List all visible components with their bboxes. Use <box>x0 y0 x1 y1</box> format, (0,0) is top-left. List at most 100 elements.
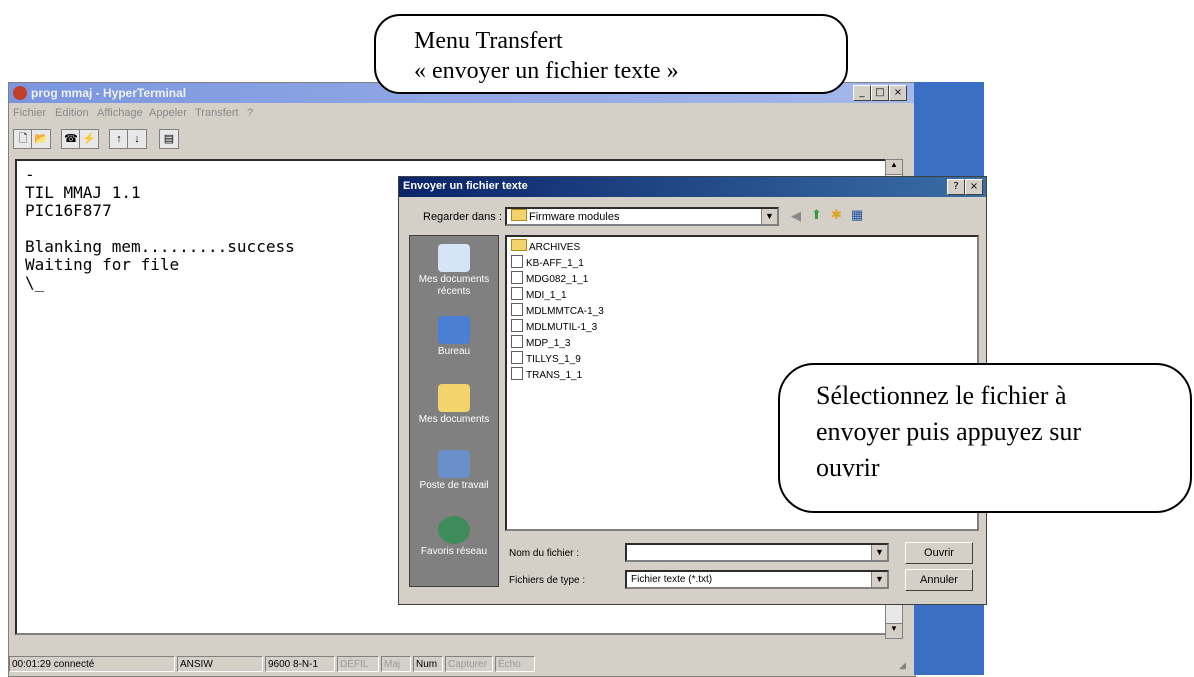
status-maj: Maj <box>381 656 411 672</box>
status-echo: Écho <box>495 656 535 672</box>
lookin-value: Firmware modules <box>529 211 620 223</box>
resize-grip-icon[interactable]: ◢ <box>899 660 911 672</box>
place-label: Favoris réseau <box>420 546 488 557</box>
place-label: Bureau <box>437 346 471 357</box>
text-file-icon <box>511 351 523 364</box>
open-icon[interactable]: 📂 <box>31 129 51 149</box>
cancel-button[interactable]: Annuler <box>905 569 973 591</box>
list-item[interactable]: MDLMUTIL-1_3 <box>511 319 597 333</box>
lookin-dropdown[interactable]: Firmware modules ▼ <box>505 207 779 226</box>
file-name: TRANS_1_1 <box>526 370 583 381</box>
text-file-icon <box>511 255 523 268</box>
desktop-icon <box>438 316 470 344</box>
maximize-icon[interactable]: □ <box>871 85 889 101</box>
place-label: Poste de travail <box>419 480 489 491</box>
menu-help[interactable]: ? <box>247 107 253 119</box>
text-file-icon <box>511 335 523 348</box>
terminal-line: Blanking mem.........success <box>25 237 295 256</box>
menu-fichier[interactable]: Fichier <box>13 107 46 119</box>
terminal-line: Waiting for file <box>25 255 180 274</box>
file-name: KB-AFF_1_1 <box>526 258 584 269</box>
text-file-icon <box>511 319 523 332</box>
disconnect-icon[interactable]: ⚡ <box>79 129 99 149</box>
callout-text: ouvrir <box>816 453 880 482</box>
help-icon[interactable]: ? <box>947 179 965 195</box>
place-my-computer[interactable]: Poste de travail <box>410 450 498 492</box>
list-item[interactable]: TILLYS_1_9 <box>511 351 581 365</box>
recent-documents-icon <box>438 244 470 272</box>
my-computer-icon <box>438 450 470 478</box>
status-capturer: Capturer <box>445 656 493 672</box>
terminal-line: - <box>25 165 35 184</box>
toolbar: 🗋 📂 ☎ ⚡ ↑ ↓ ▤ <box>9 125 915 153</box>
new-folder-icon[interactable]: ✱ <box>831 207 842 223</box>
menu-edition[interactable]: Edition <box>55 107 89 119</box>
new-icon[interactable]: 🗋 <box>13 129 33 149</box>
text-file-icon <box>511 287 523 300</box>
window-title: prog mmaj - HyperTerminal <box>31 86 187 100</box>
callout-text: Sélectionnez le fichier à <box>816 381 1067 410</box>
terminal-line: \_ <box>25 273 45 292</box>
list-item[interactable]: MDG082_1_1 <box>511 271 588 285</box>
file-name: MDLMMTCA-1_3 <box>526 306 604 317</box>
menu-transfert[interactable]: Transfert <box>195 107 239 119</box>
text-file-icon <box>511 271 523 284</box>
status-settings: 9600 8-N-1 <box>265 656 335 672</box>
call-icon[interactable]: ☎ <box>61 129 81 149</box>
place-my-documents[interactable]: Mes documents <box>410 384 498 426</box>
folder-icon <box>511 209 527 221</box>
file-name: MDP_1_3 <box>526 338 571 349</box>
file-name: MDG082_1_1 <box>526 274 589 285</box>
menu-affichage[interactable]: Affichage <box>97 107 143 119</box>
file-name: MDI_1_1 <box>526 290 567 301</box>
status-bar: 00:01:29 connecté ANSIW 9600 8-N-1 DÉFIL… <box>9 654 915 674</box>
text-file-icon <box>511 303 523 316</box>
menu-bar: Fichier Edition Affichage Appeler Transf… <box>9 105 915 123</box>
list-item[interactable]: MDP_1_3 <box>511 335 570 349</box>
chevron-down-icon[interactable]: ▼ <box>871 572 887 587</box>
place-label: Mes documents récents <box>418 274 490 297</box>
list-item[interactable]: TRANS_1_1 <box>511 367 582 381</box>
callout-text: envoyer puis appuyez sur <box>816 417 1081 446</box>
dialog-close-icon[interactable]: × <box>965 179 983 195</box>
filename-field[interactable]: ▼ <box>625 543 889 562</box>
list-item[interactable]: MDLMMTCA-1_3 <box>511 303 604 317</box>
minimize-icon[interactable]: _ <box>853 85 871 101</box>
place-network[interactable]: Favoris réseau <box>410 516 498 558</box>
filetype-dropdown[interactable]: Fichier texte (*.txt) ▼ <box>625 570 889 589</box>
properties-icon[interactable]: ▤ <box>159 129 179 149</box>
view-menu-icon[interactable]: ▦ <box>851 207 863 223</box>
network-places-icon <box>438 516 470 544</box>
terminal-line: TIL MMAJ 1.1 <box>25 183 141 202</box>
status-defil: DÉFIL <box>337 656 379 672</box>
scroll-down-icon[interactable]: ▼ <box>886 623 902 638</box>
place-desktop[interactable]: Bureau <box>410 316 498 358</box>
send-icon[interactable]: ↑ <box>109 129 129 149</box>
file-name: ARCHIVES <box>529 242 581 253</box>
close-icon[interactable]: × <box>889 85 907 101</box>
open-button[interactable]: Ouvrir <box>905 542 973 564</box>
scroll-up-icon[interactable]: ▲ <box>886 160 902 175</box>
callout-text: « envoyer un fichier texte » <box>414 58 679 84</box>
receive-icon[interactable]: ↓ <box>127 129 147 149</box>
filetype-label: Fichiers de type : <box>509 575 586 586</box>
list-item[interactable]: ARCHIVES <box>511 239 580 253</box>
chevron-down-icon[interactable]: ▼ <box>871 545 887 560</box>
filename-label: Nom du fichier : <box>509 548 580 559</box>
status-num: Num <box>413 656 443 672</box>
menu-appeler[interactable]: Appeler <box>149 107 187 119</box>
callout-text: Menu Transfert <box>414 28 563 54</box>
text-file-icon <box>511 367 523 380</box>
place-recent[interactable]: Mes documents récents <box>410 244 498 298</box>
file-name: TILLYS_1_9 <box>526 354 581 365</box>
places-bar: Mes documents récents Bureau Mes documen… <box>409 235 499 587</box>
chevron-down-icon[interactable]: ▼ <box>761 209 777 224</box>
up-folder-icon[interactable]: ⬆ <box>811 207 822 223</box>
list-item[interactable]: MDI_1_1 <box>511 287 567 301</box>
my-documents-icon <box>438 384 470 412</box>
callout-select-file: Sélectionnez le fichier à envoyer puis a… <box>778 363 1192 513</box>
hyperterminal-icon <box>13 86 27 100</box>
back-icon[interactable]: ◀ <box>791 208 801 224</box>
place-label: Mes documents <box>418 414 490 425</box>
list-item[interactable]: KB-AFF_1_1 <box>511 255 584 269</box>
